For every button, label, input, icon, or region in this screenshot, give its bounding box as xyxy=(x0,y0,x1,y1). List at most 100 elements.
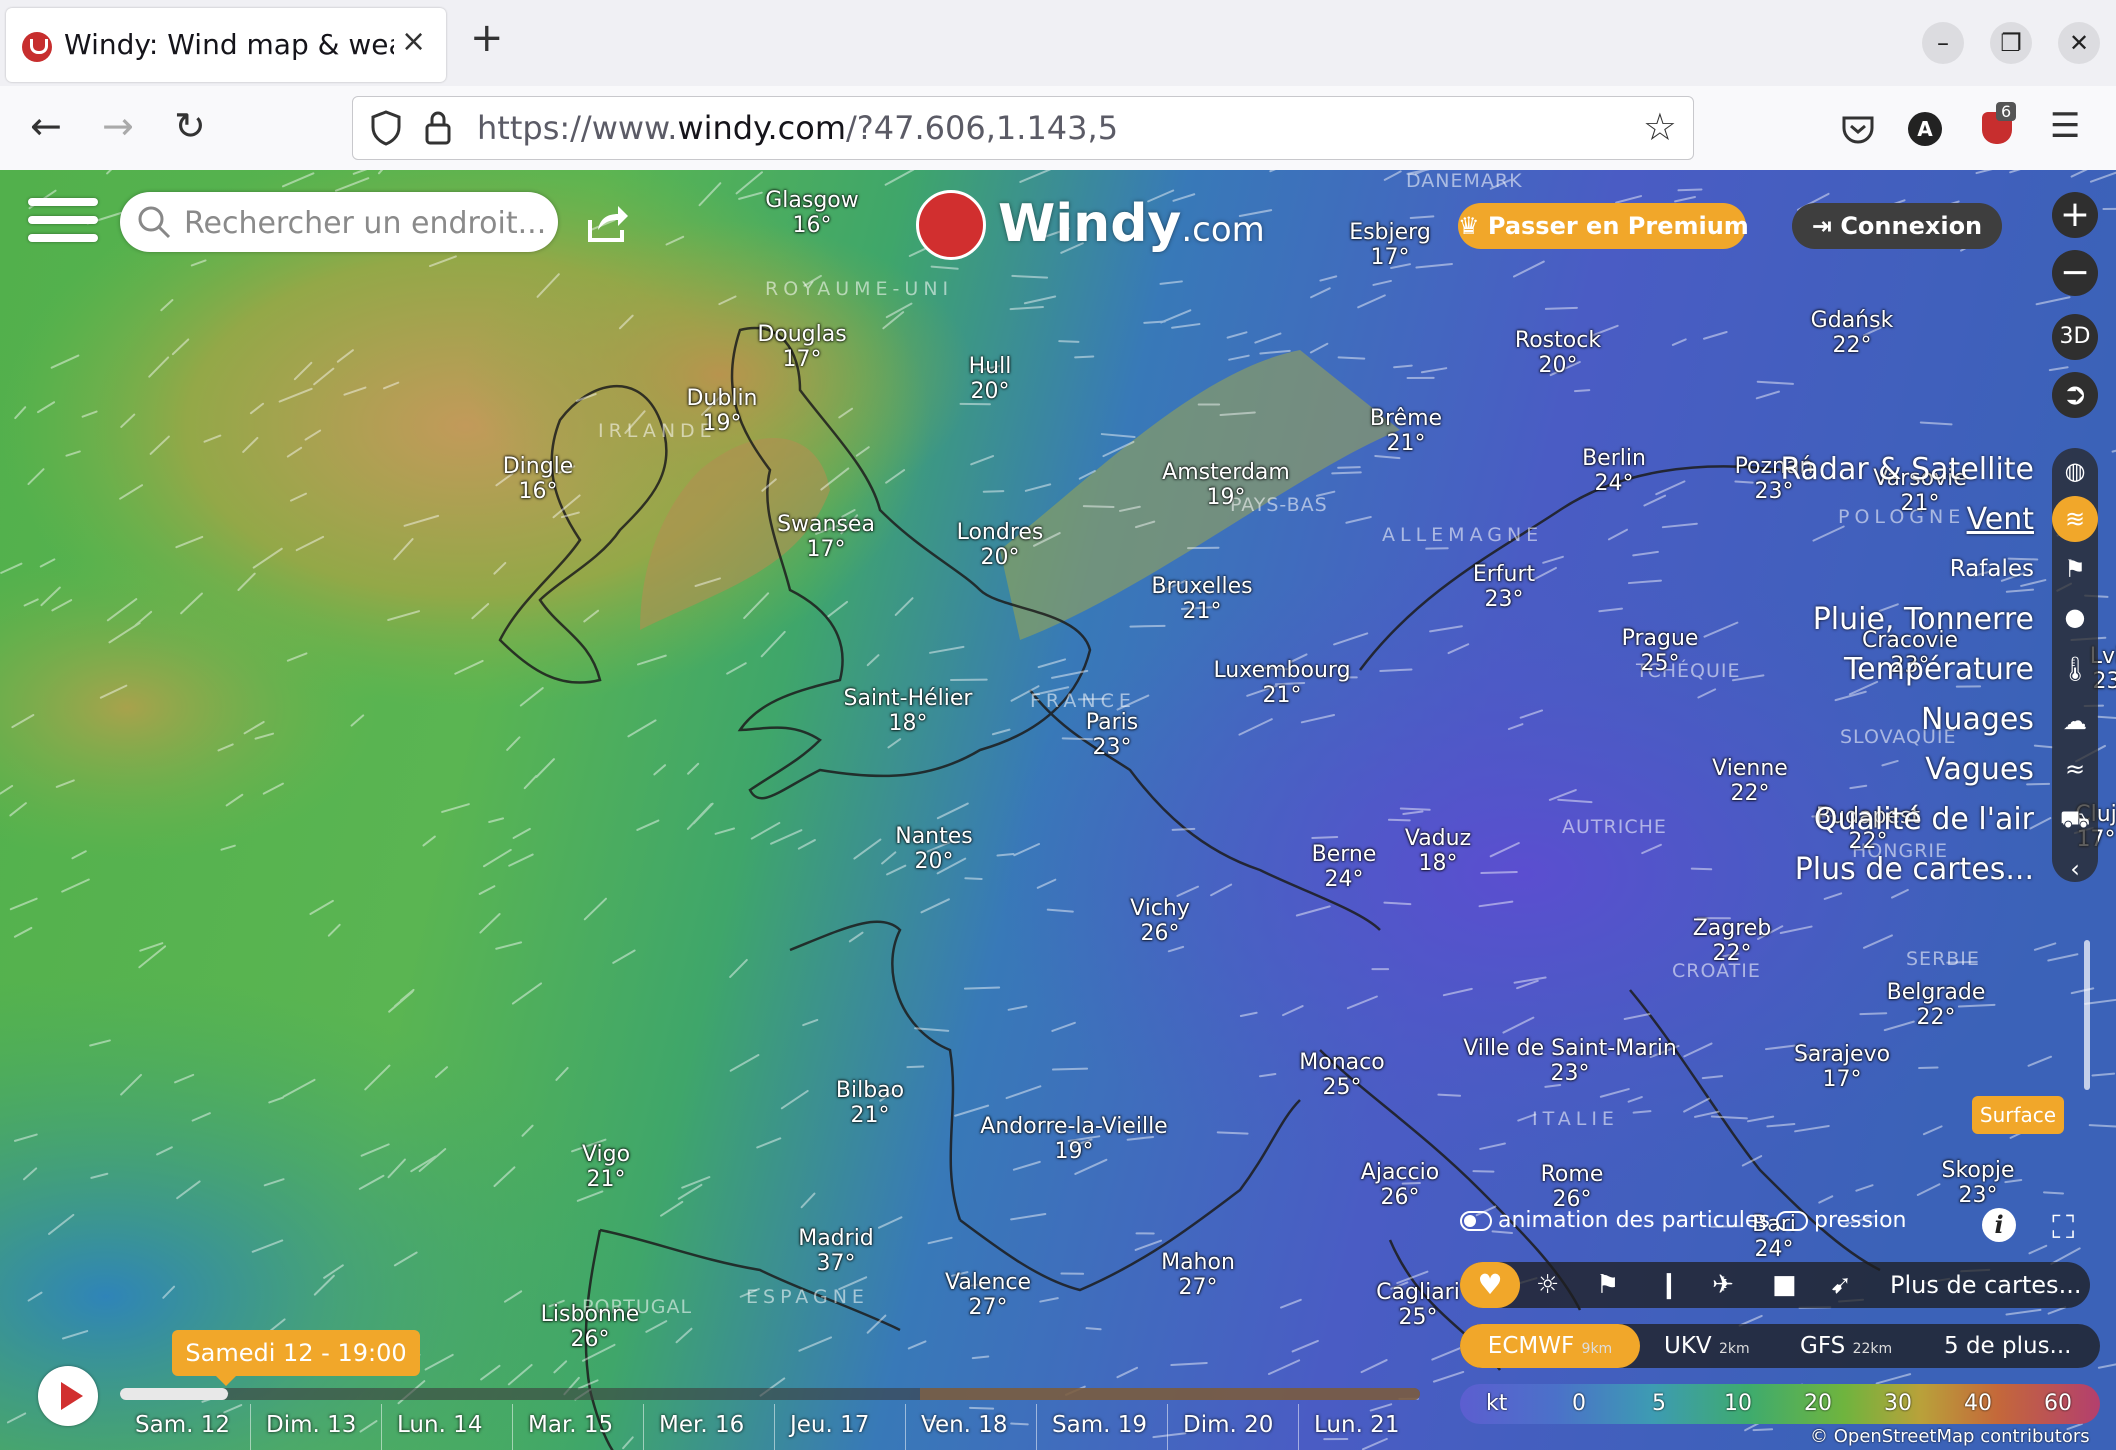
particles-toggle[interactable]: animation des particules xyxy=(1460,1208,1770,1233)
city-marker[interactable]: Londres 20° xyxy=(957,520,1044,570)
layer-temperature[interactable]: Température xyxy=(1844,652,2034,687)
timeline-day-label[interactable]: Mer. 16 xyxy=(659,1412,744,1438)
city-marker[interactable]: Rome 26° xyxy=(1541,1162,1604,1212)
premium-button[interactable]: ♛ Passer en Premium xyxy=(1458,203,1749,249)
layer-wind[interactable]: Vent xyxy=(1967,502,2034,537)
city-marker[interactable]: Paris 23° xyxy=(1086,710,1138,760)
city-marker[interactable]: Gdańsk 22° xyxy=(1811,308,1894,358)
search-input[interactable]: Rechercher un endroit... xyxy=(120,192,558,252)
lock-icon[interactable] xyxy=(423,109,453,147)
flag-icon[interactable]: ⚑ xyxy=(1596,1262,1619,1308)
city-marker[interactable]: Saint-Hélier 18° xyxy=(844,686,973,736)
city-marker[interactable]: Bruxelles 21° xyxy=(1151,574,1252,624)
city-marker[interactable]: Nantes 20° xyxy=(895,824,973,874)
wind-speed-legend[interactable]: kt 0 5 10 20 30 40 60 xyxy=(1460,1384,2100,1424)
close-window-icon[interactable]: ✕ xyxy=(2058,22,2100,64)
pocket-icon[interactable] xyxy=(1840,110,1876,146)
city-marker[interactable]: Skopje 23° xyxy=(1942,1158,2015,1208)
city-marker[interactable]: Mahon 27° xyxy=(1161,1250,1235,1300)
layer-more-maps[interactable]: Plus de cartes... xyxy=(1795,852,2034,887)
map-attribution[interactable]: © OpenStreetMap contributors xyxy=(1810,1426,2090,1447)
play-button[interactable] xyxy=(38,1366,98,1426)
browser-tab[interactable]: Windy: Wind map & weat × xyxy=(6,8,446,82)
fullscreen-icon[interactable]: ⛶ xyxy=(2052,1208,2074,1247)
pressure-toggle[interactable]: pression xyxy=(1776,1208,1907,1233)
timeline-day-label[interactable]: Sam. 19 xyxy=(1052,1412,1147,1438)
chevron-left-icon[interactable]: ‹ xyxy=(2052,846,2098,892)
timeline-day-label[interactable]: Lun. 14 xyxy=(397,1412,482,1438)
app-menu-icon[interactable]: ☰ xyxy=(2050,104,2080,148)
city-marker[interactable]: Andorre-la-Vieille 19° xyxy=(980,1114,1167,1164)
model-gfs[interactable]: GFS 22km xyxy=(1800,1324,1892,1371)
zoom-out-button[interactable]: − xyxy=(2052,250,2098,296)
city-marker[interactable]: Ville de Saint-Marin 23° xyxy=(1463,1036,1677,1086)
city-marker[interactable]: Valence 27° xyxy=(945,1270,1031,1320)
zoom-in-button[interactable]: + xyxy=(2052,192,2098,238)
3d-view-button[interactable]: 3D xyxy=(2052,314,2098,360)
gusts-flag-icon[interactable]: ⚑ xyxy=(2052,546,2098,592)
main-menu-button[interactable] xyxy=(28,198,98,250)
login-button[interactable]: ⇥ Connexion xyxy=(1792,203,2002,249)
city-marker[interactable]: Belgrade 22° xyxy=(1887,980,1986,1030)
city-marker[interactable]: Vienne 22° xyxy=(1712,756,1788,806)
city-marker[interactable]: Swansea 17° xyxy=(777,512,875,562)
layer-air-quality[interactable]: Qualité de l'air xyxy=(1814,802,2034,837)
webcam-icon[interactable]: ■ xyxy=(1772,1262,1797,1308)
bookmark-star-icon[interactable]: ☆ xyxy=(1643,105,1677,149)
timeline-day-label[interactable]: Mar. 15 xyxy=(528,1412,613,1438)
layer-radar-satellite[interactable]: Radar & Satellite xyxy=(1780,452,2034,487)
timeline-day-label[interactable]: Dim. 13 xyxy=(266,1412,356,1438)
city-marker[interactable]: Vichy 26° xyxy=(1130,896,1190,946)
favorites-heart-icon[interactable]: ♥ xyxy=(1460,1262,1520,1308)
city-marker[interactable]: Dublin 19° xyxy=(686,386,757,436)
city-marker[interactable]: Prague 25° xyxy=(1622,626,1699,676)
timeline-day-label[interactable]: Ven. 18 xyxy=(921,1412,1008,1438)
city-marker[interactable]: Esbjerg 17° xyxy=(1349,220,1431,270)
altitude-slider[interactable] xyxy=(2084,940,2090,1090)
timeline-day-label[interactable]: Jeu. 17 xyxy=(790,1412,869,1438)
city-marker[interactable]: Bilbao 21° xyxy=(836,1078,904,1128)
timeline-day-label[interactable]: Dim. 20 xyxy=(1183,1412,1273,1438)
layer-clouds[interactable]: Nuages xyxy=(1921,702,2034,737)
back-arrow-icon[interactable]: ← xyxy=(30,104,62,148)
city-marker[interactable]: Amsterdam 19° xyxy=(1162,460,1290,510)
city-marker[interactable]: Vigo 21° xyxy=(582,1142,630,1192)
current-time-tag[interactable]: Samedi 12 - 19:00 xyxy=(172,1330,420,1386)
share-icon[interactable] xyxy=(584,202,630,246)
city-marker[interactable]: Hull 20° xyxy=(969,354,1012,404)
city-marker[interactable]: Madrid 37° xyxy=(798,1226,874,1276)
hurricane-tracker-icon[interactable]: ➲ xyxy=(2052,372,2098,418)
city-marker[interactable]: Berne 24° xyxy=(1312,842,1377,892)
city-marker[interactable]: Lisbonne 26° xyxy=(541,1302,640,1352)
restore-window-icon[interactable]: ❐ xyxy=(1990,22,2032,64)
timeline-bar[interactable] xyxy=(120,1388,1420,1400)
city-marker[interactable]: Berlin 24° xyxy=(1582,446,1646,496)
weather-icon[interactable]: ☼ xyxy=(1536,1262,1559,1308)
waves-icon[interactable]: ≈ xyxy=(2052,746,2098,792)
city-marker[interactable]: Douglas 17° xyxy=(757,322,846,372)
model-more[interactable]: 5 de plus... xyxy=(1944,1324,2072,1368)
city-marker[interactable]: Brême 21° xyxy=(1370,406,1442,456)
timeline-day-label[interactable]: Sam. 12 xyxy=(135,1412,230,1438)
layer-waves[interactable]: Vagues xyxy=(1925,752,2034,787)
forward-arrow-icon[interactable]: → xyxy=(102,104,134,148)
city-marker[interactable]: Erfurt 23° xyxy=(1473,562,1535,612)
city-marker[interactable]: Cagliari 25° xyxy=(1376,1280,1460,1330)
city-marker[interactable]: Luxembourg 21° xyxy=(1213,658,1350,708)
thermometer-icon[interactable]: ❙ xyxy=(1658,1262,1680,1308)
timeline-day-label[interactable]: Lun. 21 xyxy=(1314,1412,1399,1438)
tracking-shield-icon[interactable] xyxy=(369,109,403,147)
windsock-icon[interactable]: ➹ xyxy=(1830,1262,1852,1308)
model-ecmwf[interactable]: ECMWF 9km xyxy=(1460,1324,1640,1368)
more-maps-link[interactable]: Plus de cartes... xyxy=(1890,1262,2081,1308)
wind-layer-icon[interactable]: ≋ xyxy=(2052,496,2098,542)
minimize-window-icon[interactable]: – xyxy=(1922,22,1964,64)
tab-close-icon[interactable]: × xyxy=(401,24,426,59)
address-bar[interactable]: https://www.windy.com/?47.606,1.143,5 ☆ xyxy=(352,96,1694,160)
rain-drop-icon[interactable]: ● xyxy=(2052,594,2098,640)
radar-globe-icon[interactable]: ◍ xyxy=(2052,448,2098,494)
cloud-icon[interactable]: ☁ xyxy=(2052,698,2098,744)
airplane-icon[interactable]: ✈ xyxy=(1712,1262,1734,1308)
reload-icon[interactable]: ↻ xyxy=(174,104,206,148)
account-avatar[interactable]: A xyxy=(1908,112,1942,146)
